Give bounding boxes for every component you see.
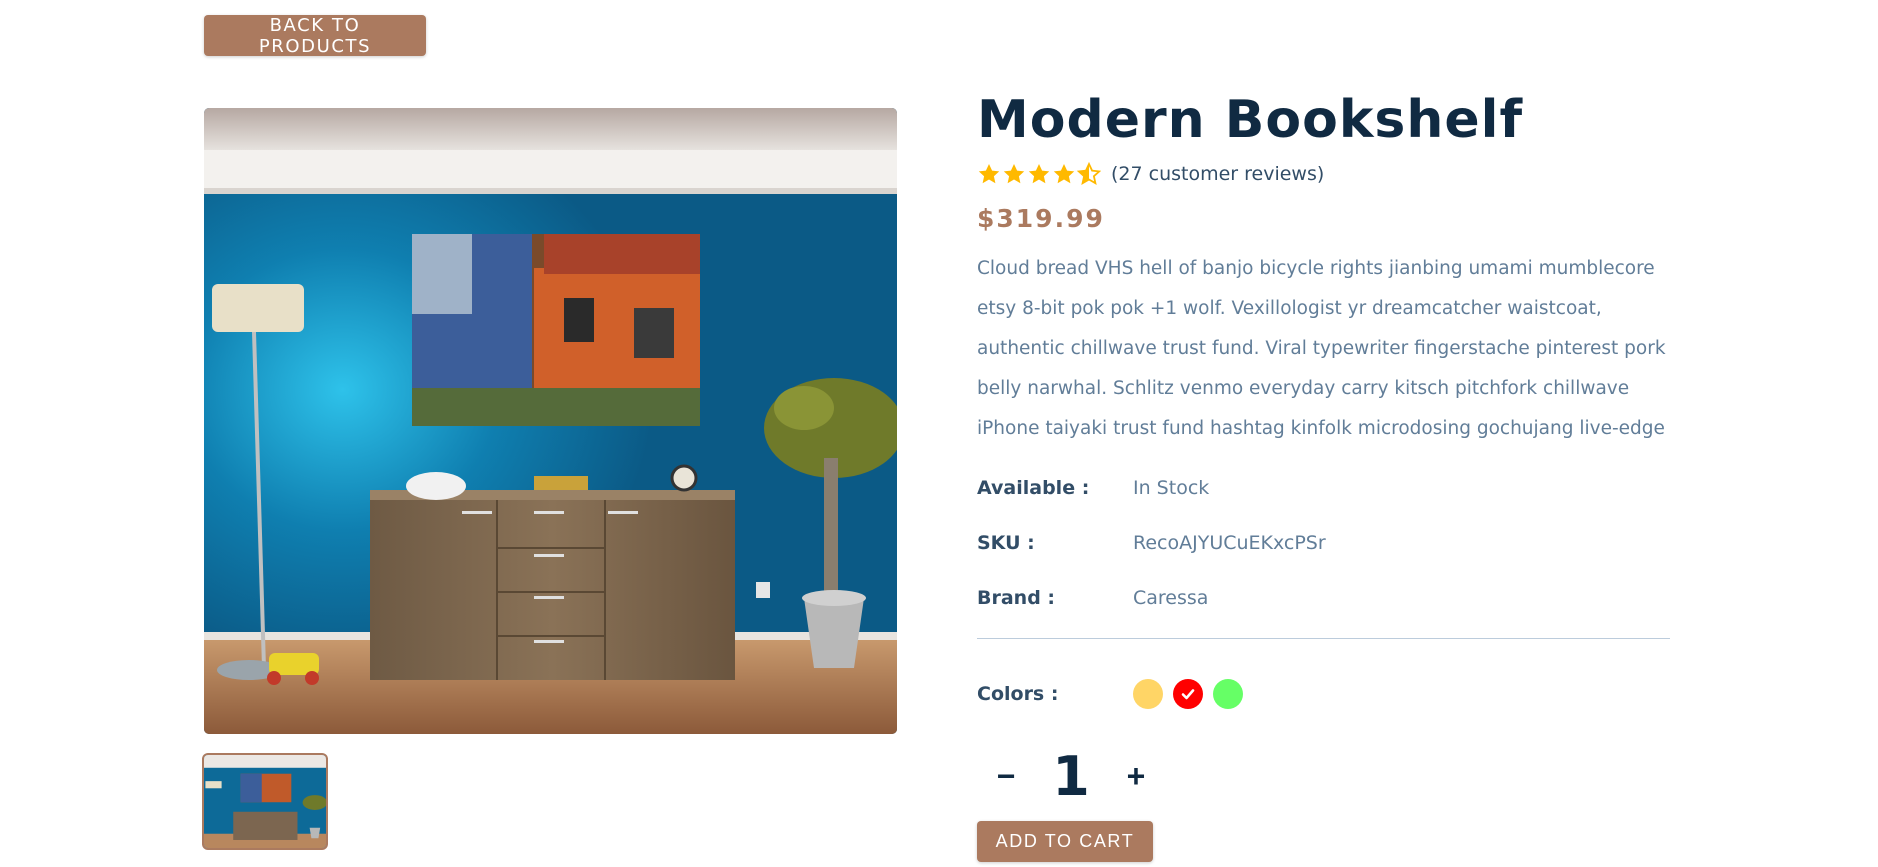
rating: (27 customer reviews) [977,162,1324,186]
increase-quantity-button[interactable]: + [1107,748,1165,806]
product-description: Cloud bread VHS hell of banjo bicycle ri… [977,258,1666,439]
star-icon [1028,164,1050,184]
info-value: In Stock [1133,477,1210,499]
star-icon [1053,164,1075,184]
quantity-value: 1 [1052,745,1090,808]
star-icon [978,164,1000,184]
color-swatch-green[interactable] [1213,679,1243,709]
color-swatch-yellow[interactable] [1133,679,1163,709]
decrease-quantity-button[interactable]: − [977,748,1035,806]
back-to-products-button[interactable]: BACK TO PRODUCTS [204,15,426,57]
check-icon [1181,689,1195,700]
info-brand: Brand : Caressa [977,587,1208,609]
info-label: Available : [977,477,1090,499]
add-to-cart-button[interactable]: ADD TO CART [977,821,1153,862]
info-available: Available : In Stock [977,477,1209,499]
product-thumbnail[interactable] [204,755,326,848]
half-star-icon [1077,162,1101,185]
colors-selector: Colors : [977,679,1243,709]
info-value: Caressa [1133,587,1209,609]
divider [977,638,1670,639]
star-rating [977,162,1101,186]
info-sku: SKU : RecoAJYUCuEKxcPSr [977,532,1326,554]
info-label: Brand : [977,587,1056,609]
product-main-image [204,108,897,734]
color-swatch-red[interactable] [1173,679,1203,709]
quantity-stepper: − 1 + [977,745,1165,808]
review-count: (27 customer reviews) [1111,163,1325,185]
info-value: RecoAJYUCuEKxcPSr [1133,532,1326,554]
star-icon [1003,164,1025,184]
product-price: $319.99 [977,204,1105,233]
colors-label: Colors : [977,683,1059,705]
product-title: Modern Bookshelf [977,90,1524,150]
info-label: SKU : [977,532,1035,554]
